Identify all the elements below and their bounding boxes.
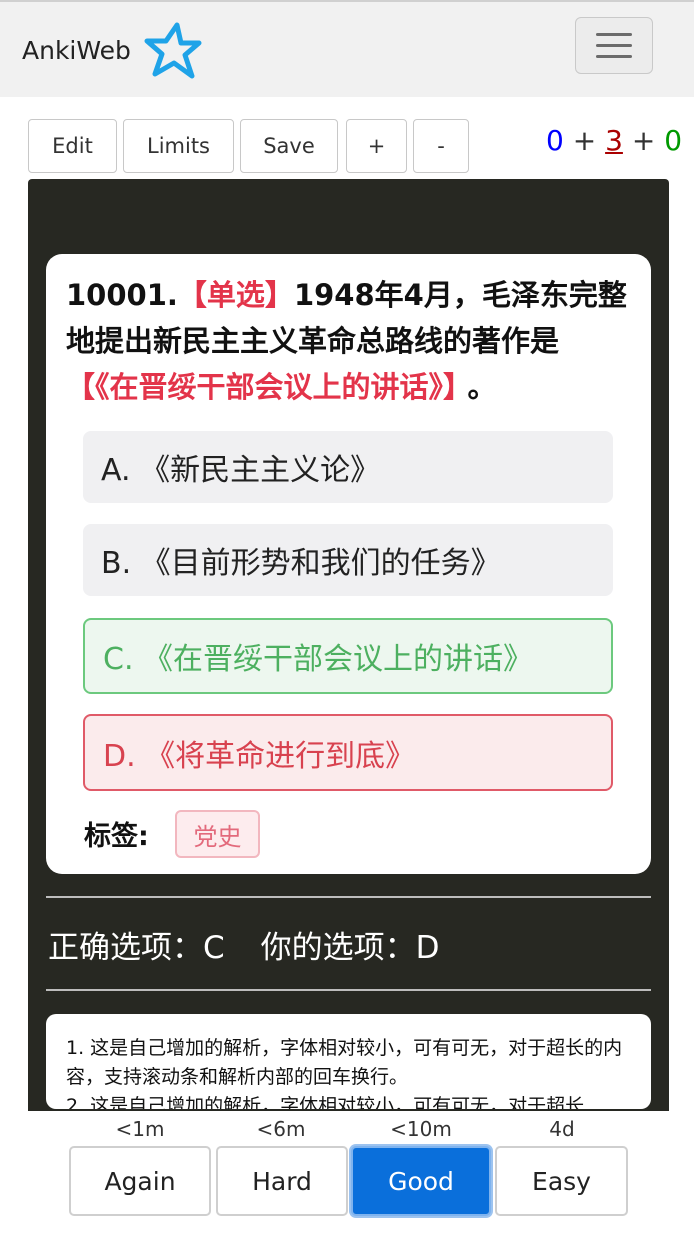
edit-button[interactable]: Edit: [28, 119, 117, 173]
option-label: D. 《将革命进行到底》: [103, 738, 416, 774]
good-interval: <10m: [390, 1117, 452, 1141]
correct-option-label: 正确选项：: [48, 930, 203, 966]
new-count: 0: [546, 124, 564, 157]
hard-interval: <6m: [256, 1117, 306, 1141]
explanation-line: 2. 这是自己增加的解析，字体相对较小，可有可无，对于超长: [66, 1095, 585, 1109]
again-interval: <1m: [115, 1117, 165, 1141]
again-button[interactable]: Again: [69, 1146, 211, 1216]
decrease-button[interactable]: -: [413, 119, 469, 173]
option-b[interactable]: B. 《目前形势和我们的任务》: [83, 524, 613, 596]
hamburger-line-icon: [596, 33, 632, 36]
question-type-tag: 【单选】: [177, 278, 294, 312]
brand-name[interactable]: AnkiWeb: [22, 36, 131, 65]
easy-interval: 4d: [549, 1117, 575, 1141]
study-area: 10001.【单选】1948年4月，毛泽东完整地提出新民主主义革命总路线的著作是…: [28, 179, 669, 1111]
star-logo-icon[interactable]: [143, 22, 203, 80]
question-text: 10001.【单选】1948年4月，毛泽东完整地提出新民主主义革命总路线的著作是…: [66, 272, 641, 410]
question-card: 10001.【单选】1948年4月，毛泽东完整地提出新民主主义革命总路线的著作是…: [46, 254, 651, 874]
good-button[interactable]: Good: [351, 1146, 491, 1216]
explanation-box[interactable]: 1. 这是自己增加的解析，字体相对较小，可有可无，对于超长的内容，支持滚动条和解…: [46, 1014, 651, 1109]
learning-count: 3: [605, 124, 623, 157]
answer-result: 正确选项：C 你的选项：D: [48, 922, 440, 967]
count-separator: +: [563, 124, 606, 157]
option-a[interactable]: A. 《新民主主义论》: [83, 431, 613, 503]
question-end: 。: [467, 370, 497, 404]
your-option-label: 你的选项：: [260, 930, 416, 966]
review-count: 0: [664, 124, 683, 157]
explanation-text: 1. 这是自己增加的解析，字体相对较小，可有可无，对于超长的内容，支持滚动条和解…: [66, 1034, 626, 1109]
explanation-line: 1. 这是自己增加的解析，字体相对较小，可有可无，对于超长的内容，支持滚动条和解…: [66, 1037, 623, 1088]
easy-button[interactable]: Easy: [495, 1146, 628, 1216]
option-c-correct[interactable]: C. 《在晋绥干部会议上的讲话》: [83, 618, 613, 694]
hard-button[interactable]: Hard: [216, 1146, 348, 1216]
question-number: 10001.: [66, 278, 178, 312]
correct-option-value: C: [203, 930, 225, 966]
navbar: AnkiWeb: [0, 0, 694, 97]
due-counts: 0 + 3 + 0: [546, 124, 682, 157]
option-d-wrong[interactable]: D. 《将革命进行到底》: [83, 714, 613, 791]
hamburger-line-icon: [596, 44, 632, 47]
option-label: B. 《目前形势和我们的任务》: [101, 546, 501, 581]
increase-button[interactable]: +: [346, 119, 407, 173]
hamburger-line-icon: [596, 55, 632, 58]
menu-toggle-button[interactable]: [575, 17, 653, 74]
tag-badge[interactable]: 党史: [175, 810, 260, 858]
question-answer-highlight: 【《在晋绥干部会议上的讲话》】: [66, 370, 458, 404]
your-option-value: D: [415, 930, 440, 966]
save-button[interactable]: Save: [240, 119, 338, 173]
divider: [46, 896, 651, 898]
option-label: C. 《在晋绥干部会议上的讲话》: [103, 642, 534, 677]
limits-button[interactable]: Limits: [123, 119, 234, 173]
option-label: A. 《新民主主义论》: [101, 453, 381, 488]
divider: [46, 989, 651, 991]
tags-label: 标签:: [84, 821, 149, 852]
count-separator: +: [622, 124, 665, 157]
